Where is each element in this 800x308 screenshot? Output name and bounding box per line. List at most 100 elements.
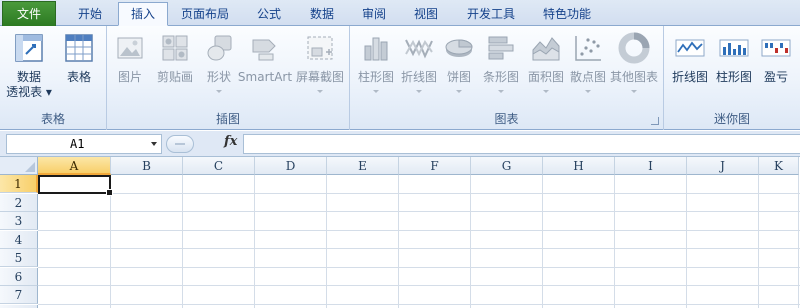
row-header-4[interactable]: 4 [0, 230, 38, 249]
scatter-chart-label: 散点图 [569, 70, 606, 84]
column-gridline [326, 175, 327, 308]
row-header-5[interactable]: 5 [0, 249, 38, 267]
row-gridline [38, 211, 800, 212]
column-header-i[interactable]: I [615, 157, 687, 175]
bar-chart-label: 条形图 [482, 70, 519, 84]
column-header-k[interactable]: K [759, 157, 799, 175]
tab-data[interactable]: 数据 [298, 3, 346, 26]
formula-bar-expand-handle[interactable] [166, 135, 194, 153]
scatter-chart-dropdown-arrow [585, 90, 591, 93]
area-chart-button[interactable]: 面积图 [524, 28, 568, 108]
sparkline-winloss-label: 盈亏 [763, 70, 788, 84]
name-box[interactable]: A1 [6, 134, 162, 154]
table-icon [63, 32, 95, 64]
row-gridline [38, 192, 800, 194]
column-chart-button[interactable]: 柱形图 [354, 28, 398, 108]
sparkline-column-button[interactable]: 柱形图 [712, 28, 756, 108]
smartart-button[interactable]: SmartArt [237, 28, 293, 108]
area-chart-dropdown-arrow [543, 90, 549, 93]
screenshot-button[interactable]: 屏幕截图 [293, 28, 347, 108]
row-gridline [38, 285, 800, 286]
name-box-dropdown-icon[interactable] [151, 142, 157, 146]
sparkline-line-button[interactable]: 折线图 [668, 28, 712, 108]
other-chart-label: 其他图表 [609, 70, 658, 84]
tab-file[interactable]: 文件 [2, 1, 56, 26]
tab-review[interactable]: 审阅 [350, 3, 398, 26]
line-chart-icon [403, 32, 435, 64]
row-header-6[interactable]: 6 [0, 267, 38, 286]
shapes-button[interactable]: 形状 [201, 28, 237, 108]
bar-chart-dropdown-arrow [498, 90, 504, 93]
tab-developer[interactable]: 开发工具 [456, 3, 526, 26]
other-chart-button[interactable]: 其他图表 [606, 28, 662, 108]
row-header-7[interactable]: 7 [0, 286, 38, 304]
group-tables: 数据 透视表 ▾ 表格 表格 [0, 26, 107, 130]
column-gridline [470, 175, 471, 308]
area-chart-icon [530, 32, 562, 64]
table-label: 表格 [66, 70, 91, 84]
other-chart-icon [618, 32, 650, 64]
tab-special-features[interactable]: 特色功能 [532, 3, 602, 26]
row-header-3[interactable]: 3 [0, 212, 38, 230]
scatter-chart-button[interactable]: 散点图 [568, 28, 608, 108]
column-header-h[interactable]: H [543, 157, 615, 175]
column-chart-dropdown-arrow [373, 90, 379, 93]
column-gridline [398, 175, 399, 308]
charts-dialog-launcher-icon[interactable] [651, 117, 659, 125]
column-header-e[interactable]: E [327, 157, 399, 175]
sparkline-column-label: 柱形图 [715, 70, 752, 84]
column-gridline [798, 175, 799, 308]
pivot-table-label-line2: 透视表 ▾ [6, 85, 52, 99]
name-box-value: A1 [70, 137, 85, 151]
clip-art-button[interactable]: 剪贴画 [151, 28, 199, 108]
column-header-d[interactable]: D [255, 157, 327, 175]
select-all-corner[interactable] [0, 157, 38, 175]
scatter-chart-icon [572, 32, 604, 64]
column-header-f[interactable]: F [399, 157, 471, 175]
sparkline-line-label: 折线图 [671, 70, 708, 84]
pivot-table-icon [13, 32, 45, 64]
screenshot-label: 屏幕截图 [295, 70, 344, 84]
row-header-2[interactable]: 2 [0, 193, 38, 212]
column-header-g[interactable]: G [471, 157, 543, 175]
smartart-label: SmartArt [237, 70, 293, 84]
picture-button[interactable]: 图片 [111, 28, 149, 108]
column-gridline [758, 175, 759, 308]
shapes-dropdown-arrow [216, 90, 222, 93]
column-chart-label: 柱形图 [357, 70, 394, 84]
line-chart-button[interactable]: 折线图 [398, 28, 440, 108]
formula-input[interactable] [243, 134, 800, 154]
column-header-a[interactable]: A [38, 157, 111, 175]
row-header-1[interactable]: 1 [0, 175, 38, 193]
tab-formulas[interactable]: 公式 [246, 3, 292, 26]
insert-function-icon[interactable]: fx [224, 134, 237, 149]
screenshot-icon [304, 32, 336, 64]
column-header-j[interactable]: J [687, 157, 759, 175]
group-label-sparklines: 迷你图 [713, 112, 750, 126]
sparkline-winloss-button[interactable]: 盈亏 [756, 28, 796, 108]
column-chart-icon [360, 32, 392, 64]
pie-chart-button[interactable]: 饼图 [442, 28, 476, 108]
ribbon-tab-bar: 文件 开始 插入 页面布局 公式 数据 审阅 视图 开发工具 特色功能 [0, 0, 800, 26]
smartart-icon [249, 32, 281, 64]
bar-chart-icon [485, 32, 517, 64]
table-button[interactable]: 表格 [56, 28, 102, 108]
pivot-table-button[interactable]: 数据 透视表 ▾ [6, 28, 52, 108]
column-header-b[interactable]: B [111, 157, 183, 175]
active-cell-a1[interactable] [38, 175, 113, 196]
tab-home[interactable]: 开始 [66, 3, 114, 26]
bar-chart-button[interactable]: 条形图 [478, 28, 524, 108]
row-gridline [38, 229, 800, 231]
column-header-c[interactable]: C [183, 157, 255, 175]
sparkline-line-icon [674, 32, 706, 64]
tab-insert[interactable]: 插入 [118, 2, 168, 26]
other-chart-dropdown-arrow [631, 90, 637, 93]
row-gridline [38, 266, 800, 268]
formula-controls: fx [166, 134, 242, 154]
worksheet-grid[interactable]: ABCDEFGHIJK 12345678 [0, 157, 800, 308]
group-sparklines: 折线图 柱形图 盈亏 迷你图 [664, 26, 800, 130]
tab-page-layout[interactable]: 页面布局 [172, 3, 238, 26]
row-header-8[interactable]: 8 [0, 304, 38, 308]
sparkline-winloss-icon [760, 32, 792, 64]
tab-view[interactable]: 视图 [402, 3, 450, 26]
